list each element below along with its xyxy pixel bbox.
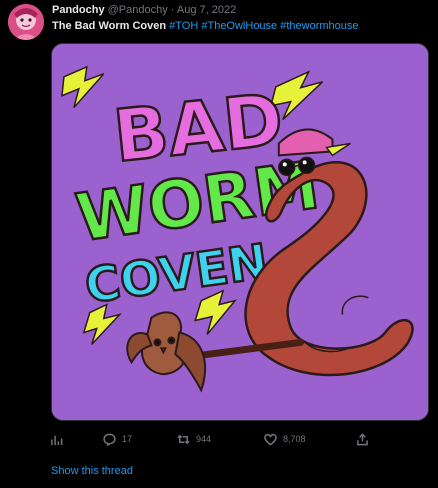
analytics-icon bbox=[51, 435, 63, 445]
share-button[interactable] bbox=[356, 430, 369, 448]
reply-icon bbox=[103, 433, 116, 446]
show-thread-link[interactable]: Show this thread bbox=[51, 465, 133, 477]
retweet-count: 944 bbox=[196, 434, 212, 444]
hashtag-thewormhouse[interactable]: #thewormhouse bbox=[280, 20, 358, 32]
share-icon bbox=[357, 432, 368, 445]
hashtag-theowlhouse[interactable]: #TheOwlHouse bbox=[201, 20, 277, 32]
bad-worm-coven-artwork: BAD WORM COVEN bbox=[52, 44, 428, 420]
analytics-button[interactable] bbox=[50, 430, 63, 448]
tweet-actions: 17 944 8,708 bbox=[50, 430, 380, 448]
heart-icon bbox=[264, 433, 277, 446]
like-count: 8,708 bbox=[283, 434, 306, 444]
hashtag-toh[interactable]: #TOH bbox=[169, 20, 198, 32]
avatar-image bbox=[8, 4, 44, 40]
tweet: Pandochy @Pandochy · Aug 7, 2022 The Bad… bbox=[0, 0, 438, 488]
author-handle[interactable]: @Pandochy bbox=[108, 4, 168, 16]
reply-count: 17 bbox=[122, 434, 133, 444]
tweet-text: The Bad Worm Coven #TOH #TheOwlHouse #th… bbox=[52, 19, 432, 33]
author-name[interactable]: Pandochy bbox=[52, 4, 105, 16]
avatar[interactable] bbox=[8, 4, 44, 40]
like-button[interactable]: 8,708 bbox=[264, 430, 306, 448]
tweet-title: The Bad Worm Coven bbox=[52, 20, 167, 32]
separator: · bbox=[170, 4, 175, 16]
tweet-date[interactable]: Aug 7, 2022 bbox=[177, 4, 236, 16]
retweet-icon bbox=[177, 434, 190, 444]
reply-button[interactable]: 17 bbox=[103, 430, 132, 448]
retweet-button[interactable]: 944 bbox=[177, 430, 211, 448]
tweet-image[interactable]: BAD WORM COVEN bbox=[51, 43, 429, 421]
tweet-header: Pandochy @Pandochy · Aug 7, 2022 bbox=[52, 3, 432, 17]
